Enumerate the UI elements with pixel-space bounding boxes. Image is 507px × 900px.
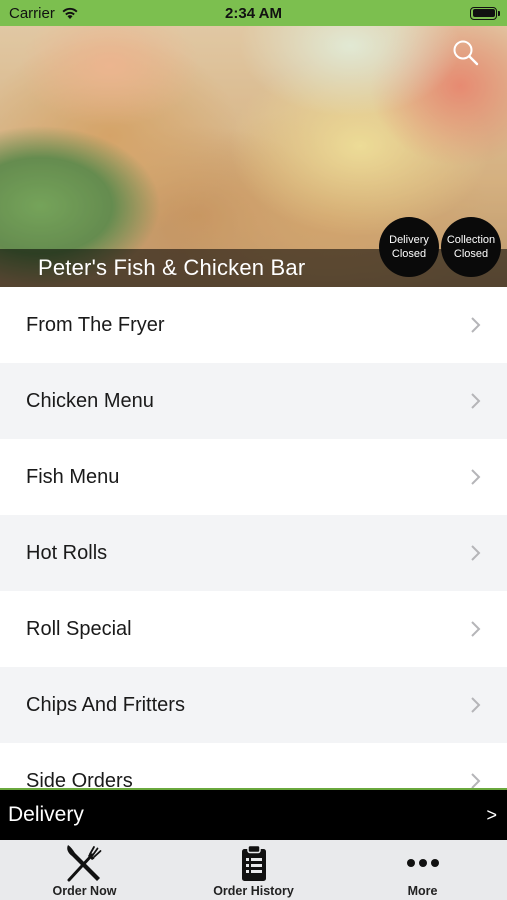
- tab-order-now[interactable]: Order Now: [0, 843, 169, 898]
- menu-item-roll-special[interactable]: Roll Special: [0, 591, 507, 667]
- chevron-right-icon: [471, 545, 481, 561]
- delivery-status-badge: Delivery Closed: [379, 217, 439, 277]
- order-mode-label: Delivery: [8, 803, 84, 826]
- status-bar: Carrier 2:34 AM: [0, 0, 507, 26]
- tab-order-history[interactable]: Order History: [169, 843, 338, 898]
- collection-status-badge: Collection Closed: [441, 217, 501, 277]
- bottom-tab-bar: Order Now Order History More: [0, 840, 507, 900]
- menu-item-chicken-menu[interactable]: Chicken Menu: [0, 363, 507, 439]
- fork-knife-icon: [66, 845, 101, 882]
- collection-status-label: Collection: [446, 234, 496, 246]
- menu-item-label: Chips And Fritters: [26, 693, 185, 716]
- menu-item-label: Fish Menu: [26, 465, 120, 488]
- menu-item-label: Roll Special: [26, 617, 132, 640]
- menu-item-label: From The Fryer: [26, 313, 165, 336]
- menu-item-fish-menu[interactable]: Fish Menu: [0, 439, 507, 515]
- clipboard-icon: [241, 844, 266, 881]
- restaurant-name: Peter's Fish & Chicken Bar: [38, 255, 306, 280]
- collection-status-value: Closed: [453, 248, 489, 260]
- search-icon[interactable]: [451, 38, 481, 68]
- wifi-icon: [62, 7, 78, 19]
- menu-item-hot-rolls[interactable]: Hot Rolls: [0, 515, 507, 591]
- delivery-status-label: Delivery: [389, 234, 429, 246]
- chevron-right-icon: [471, 317, 481, 333]
- chevron-right-icon: [471, 393, 481, 409]
- tab-label: Order History: [213, 884, 294, 898]
- menu-item-chips-and-fritters[interactable]: Chips And Fritters: [0, 667, 507, 743]
- chevron-right-icon: [471, 469, 481, 485]
- chevron-right-icon: [471, 773, 481, 788]
- battery-icon: [470, 6, 500, 20]
- tab-label: More: [407, 884, 438, 898]
- carrier-label: Carrier: [9, 4, 55, 22]
- menu-item-from-the-fryer[interactable]: From The Fryer: [0, 287, 507, 363]
- chevron-right-icon: [471, 621, 481, 637]
- menu-item-label: Chicken Menu: [26, 389, 154, 412]
- tab-label: Order Now: [52, 884, 117, 898]
- order-mode-bar[interactable]: Delivery >: [0, 788, 507, 840]
- order-mode-arrow: >: [486, 804, 497, 825]
- tab-more[interactable]: More: [338, 843, 507, 898]
- status-left: Carrier: [9, 5, 79, 22]
- chevron-right-icon: [471, 697, 481, 713]
- delivery-status-value: Closed: [391, 248, 427, 260]
- menu-category-list: From The Fryer Chicken Menu Fish Menu Ho…: [0, 287, 507, 788]
- menu-item-label: Side Orders: [26, 769, 133, 789]
- menu-item-label: Hot Rolls: [26, 541, 108, 564]
- more-dots-icon: [406, 859, 439, 867]
- menu-item-side-orders[interactable]: Side Orders: [0, 743, 507, 788]
- hero-banner: Peter's Fish & Chicken Bar Delivery Clos…: [0, 26, 507, 287]
